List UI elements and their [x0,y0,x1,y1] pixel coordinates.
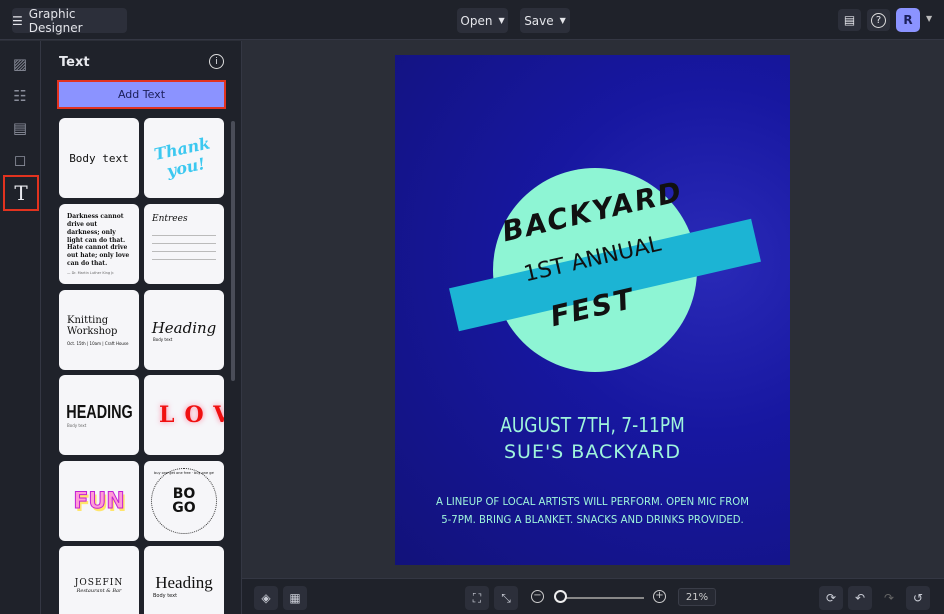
save-button[interactable]: Save ▼ [520,8,570,33]
card-text: HEADING [65,402,133,422]
card-text: Darkness cannot drive out darkness; only… [67,213,130,267]
poster-date[interactable]: AUGUST 7TH, 7-11PM [425,413,761,437]
zoom-in-icon[interactable]: + [653,590,666,603]
card-text: JOSEFIN [74,578,124,588]
card-text: BO GO [172,486,196,516]
avatar[interactable]: R [896,8,920,32]
layout-icon[interactable]: ▤ [5,113,35,143]
poster-desc-2[interactable]: 5-7PM. BRING A BLANKET. SNACKS AND DRINK… [411,513,774,526]
card-sub: Body text [153,336,173,342]
zoom-level[interactable]: 21% [678,588,716,606]
text-icon[interactable]: T [3,175,39,211]
card-text: FUN [73,488,125,514]
card-text: Heading [151,318,217,337]
card-author: — Dr. Martin Luther King Jr. [67,270,115,275]
card-sub: Restaurant & Bar [76,588,122,594]
add-text-button[interactable]: Add Text [57,80,226,109]
redo-icon[interactable]: ↷ [877,586,901,610]
shapes-icon[interactable]: ◻ [5,145,35,175]
save-label: Save [524,13,554,28]
help-button[interactable]: ? [867,9,890,31]
zoom-slider-handle[interactable] [554,590,567,603]
account-chevron-icon[interactable]: ▼ [926,14,932,23]
template-quote[interactable]: Darkness cannot drive out darkness; only… [59,204,139,284]
template-fun[interactable]: FUN [59,461,139,541]
hamburger-icon: ☰ [12,13,23,28]
template-knitting[interactable]: Knitting Workshop Oct. 15th | 10am | Craf… [59,290,139,370]
tool-rail: ▨ ☷ ▤ ◻ T [0,41,41,614]
template-josefin[interactable]: JOSEFIN Restaurant & Bar [59,546,139,614]
zoom-out-icon[interactable]: − [531,590,544,603]
open-label: Open [460,13,493,28]
template-menu[interactable]: Entrees [144,204,224,284]
template-body-text[interactable]: Body text [59,118,139,198]
refresh-icon[interactable]: ⟳ [819,586,843,610]
bottom-toolbar: ◈ ▦ ⛶ ⤡ − + 21% ⟳ ↶ ↷ ↺ [242,578,944,614]
template-love[interactable]: LOVE [144,375,224,455]
card-text: Entrees [152,214,188,224]
poster-canvas[interactable]: BACKYARD 1ST ANNUAL FEST AUGUST 7TH, 7-1… [395,55,790,565]
history-icon[interactable]: ↺ [906,586,930,610]
template-thank-you[interactable]: Thank you! [144,118,224,198]
menu-lines [152,228,216,264]
poster-place[interactable]: SUE'S BACKYARD [395,441,790,463]
comments-button[interactable]: ▤ [838,9,861,31]
card-text: LOVE [159,401,224,428]
fit-screen-icon[interactable]: ⛶ [465,586,489,610]
panel-scrollbar[interactable] [231,121,235,381]
template-bogo[interactable]: buy one get one free · buy one get one f… [144,461,224,541]
image-icon[interactable]: ▨ [5,49,35,79]
chevron-down-icon: ▼ [498,16,505,25]
panel-title: Text [59,55,90,70]
card-text: Knitting Workshop [67,314,118,337]
template-heading-bold[interactable]: HEADING Body text [59,375,139,455]
chevron-down-icon: ▼ [559,16,566,25]
info-icon[interactable]: i [209,54,224,69]
text-panel: Text i Add Text Body text Thank you! Dar… [41,41,242,614]
undo-icon[interactable]: ↶ [848,586,872,610]
shrink-icon[interactable]: ⤡ [494,586,518,610]
avatar-initial: R [903,13,913,27]
poster-desc-1[interactable]: A LINEUP OF LOCAL ARTISTS WILL PERFORM. … [411,495,774,508]
card-sub: Oct. 15th | 10am | Craft House [67,340,129,346]
help-icon: ? [871,12,886,28]
card-text: Thank you! [152,133,212,181]
card-text: Body text [69,151,129,165]
top-bar: ☰ Graphic Designer Open ▼ Save ▼ ▤ ? R ▼ [0,0,944,40]
sliders-icon[interactable]: ☷ [5,81,35,111]
comment-icon: ▤ [843,13,856,27]
card-ring-text: buy one get one free · buy one get one f… [154,471,214,475]
card-sub: Body text [153,593,178,599]
template-heading-script[interactable]: Heading Body text [144,290,224,370]
grid-icon[interactable]: ▦ [283,586,307,610]
open-button[interactable]: Open ▼ [457,8,508,33]
layers-icon[interactable]: ◈ [254,586,278,610]
menu-button[interactable]: ☰ Graphic Designer [12,6,127,35]
card-sub: Body text [67,423,87,428]
app-title: Graphic Designer [28,6,83,35]
template-heading-serif[interactable]: Heading Body text [144,546,224,614]
zoom-slider[interactable] [560,597,644,599]
card-text: Heading [155,573,213,592]
